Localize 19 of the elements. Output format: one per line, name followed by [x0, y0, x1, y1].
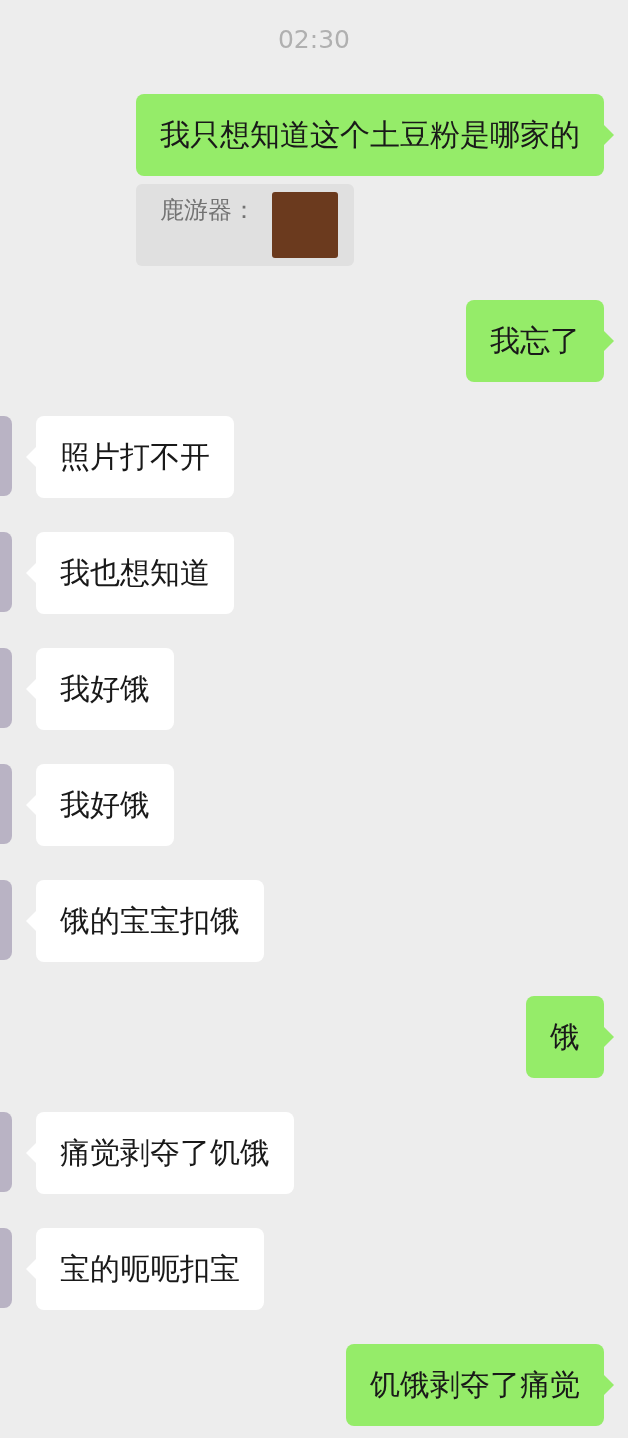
bubble-tail [604, 1375, 614, 1395]
message-bubble: 饥饿剥夺了痛觉 [346, 1344, 604, 1426]
message-bubble: 照片打不开 [36, 416, 234, 498]
quote-sender: 鹿游器： [160, 195, 256, 226]
message-bubble: 我只想知道这个土豆粉是哪家的 [136, 94, 604, 176]
message-bubble: 饿 [526, 996, 604, 1078]
message-bubble: 宝的呃呃扣宝 [36, 1228, 264, 1310]
timestamp: 02:30 [277, 24, 350, 56]
message-bubble: 饿的宝宝扣饿 [36, 880, 264, 962]
bubble-tail [604, 125, 614, 145]
message-bubble: 痛觉剥夺了饥饿 [36, 1112, 294, 1194]
message-bubble: 我好饿 [36, 764, 174, 846]
quoted-message[interactable]: 鹿游器： [136, 184, 354, 266]
bubble-tail [604, 1027, 614, 1047]
message-bubble: 我好饿 [36, 648, 174, 730]
photo-placeholder [272, 192, 338, 258]
message-bubble: 我也想知道 [36, 532, 234, 614]
message-bubble: 我忘了 [466, 300, 604, 382]
bubble-tail [604, 331, 614, 351]
